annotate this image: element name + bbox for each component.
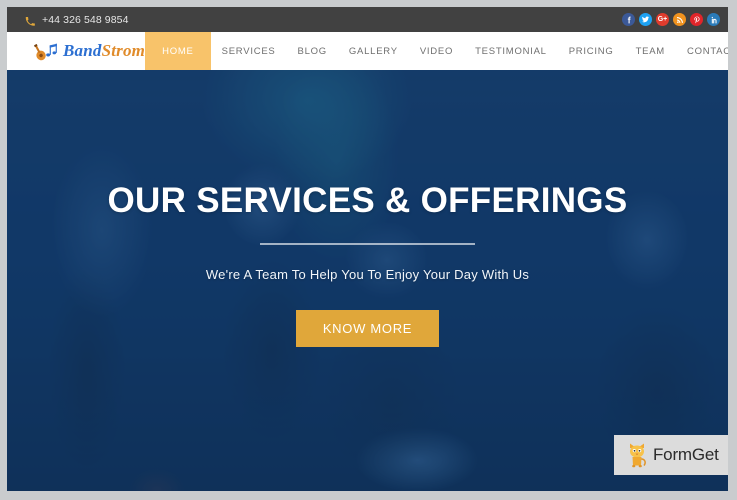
nav-item-testimonial[interactable]: TESTIMONIAL (464, 32, 558, 70)
hero-title: OUR SERVICES & OFFERINGS (107, 181, 628, 220)
formget-label: FormGet (653, 445, 719, 464)
logo-text-secondary: Strom (101, 41, 146, 60)
phone-icon (25, 14, 35, 26)
formget-cat-mascot-icon (626, 442, 648, 468)
top-utility-bar: +44 326 548 9854 G+ (7, 7, 728, 32)
main-navigation: HOME SERVICES BLOG GALLERY VIDEO TESTIMO… (145, 32, 728, 70)
pinterest-icon[interactable] (690, 13, 703, 26)
know-more-button[interactable]: KNOW MORE (295, 309, 440, 347)
google-plus-icon[interactable]: G+ (656, 13, 669, 26)
browser-page-frame: +44 326 548 9854 G+ BandStrom HOME SERVI… (7, 7, 728, 491)
hero-content: OUR SERVICES & OFFERINGS We're A Team To… (7, 181, 728, 347)
twitter-icon[interactable] (639, 13, 652, 26)
logo-text: BandStrom (63, 41, 145, 61)
facebook-icon[interactable] (622, 13, 635, 26)
hero-banner: OUR SERVICES & OFFERINGS We're A Team To… (7, 70, 728, 491)
hero-subtitle: We're A Team To Help You To Enjoy Your D… (205, 266, 530, 282)
nav-item-contact[interactable]: CONTACT (676, 32, 728, 70)
logo-text-primary: Band (63, 41, 102, 60)
formget-watermark: FormGet (614, 435, 728, 475)
rss-icon[interactable] (673, 13, 686, 26)
nav-item-video[interactable]: VIDEO (409, 32, 464, 70)
nav-item-pricing[interactable]: PRICING (558, 32, 625, 70)
nav-item-gallery[interactable]: GALLERY (338, 32, 409, 70)
site-header: BandStrom HOME SERVICES BLOG GALLERY VID… (7, 32, 728, 70)
linkedin-icon[interactable] (707, 13, 720, 26)
site-logo[interactable]: BandStrom (7, 32, 145, 70)
social-links: G+ (622, 13, 720, 26)
phone-contact[interactable]: +44 326 548 9854 (25, 14, 129, 26)
nav-item-home[interactable]: HOME (145, 32, 211, 70)
phone-number: +44 326 548 9854 (42, 13, 129, 26)
nav-item-services[interactable]: SERVICES (211, 32, 287, 70)
guitar-music-note-icon (33, 41, 59, 61)
nav-item-team[interactable]: TEAM (625, 32, 676, 70)
hero-divider (260, 242, 475, 245)
nav-item-blog[interactable]: BLOG (287, 32, 338, 70)
